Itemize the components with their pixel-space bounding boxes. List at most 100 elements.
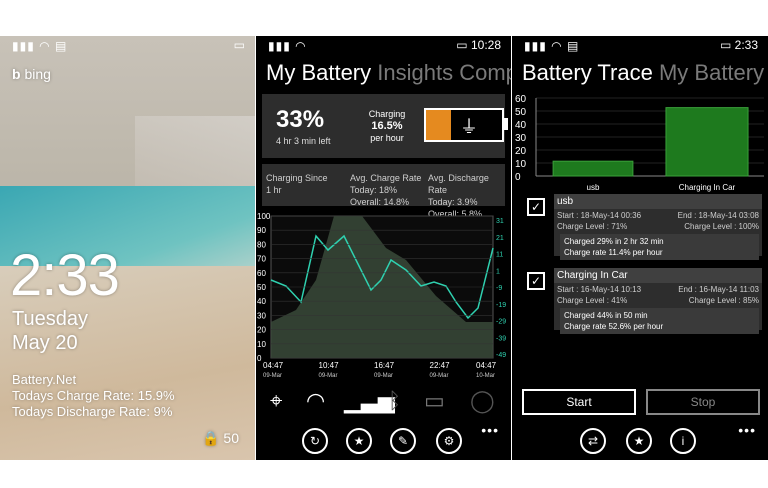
x-tick-time: 04:47 (476, 361, 497, 370)
y-tick-label: 60 (515, 94, 527, 105)
info-icon[interactable]: i (670, 428, 696, 454)
settings-icon[interactable]: ⚙ (436, 428, 462, 454)
left-tick-label: 0 (257, 354, 262, 363)
entry-range: Start : 18-May-14 00:36 End : 18-May-14 … (557, 211, 759, 231)
battery-percent: 33% (276, 106, 325, 133)
x-tick-date: 10-Mar (476, 373, 495, 379)
y-tick-label: 30 (515, 133, 527, 144)
status-bar: ▮▮▮ ◠ ▭ 10:28 (256, 36, 511, 54)
left-tick-label: 50 (257, 283, 266, 292)
right-tick-label: 21 (496, 235, 504, 242)
left-tick-label: 60 (257, 269, 266, 278)
x-tick-date: 09-Mar (374, 373, 393, 379)
tab-comp[interactable]: Comp (459, 60, 511, 85)
app-name: Battery.Net (12, 372, 77, 387)
right-axis-ticks: 3121111-9-19-29-39-49 (496, 218, 506, 359)
y-tick-label: 40 (515, 120, 527, 131)
y-tick-label: 10 (515, 159, 527, 170)
trace-entry[interactable]: ✓ usb Start : 18-May-14 00:36 End : 18-M… (524, 194, 764, 260)
right-tick-label: -39 (496, 335, 506, 342)
left-tick-label: 40 (257, 297, 266, 306)
plug-icon: ⏚ (460, 117, 478, 137)
pivot-header: Battery Trace My Battery (522, 60, 764, 86)
trace-entry[interactable]: ✓ Charging In Car Start : 16-May-14 10:1… (524, 268, 764, 334)
lock-screen: ▮▮▮ ◠ ▤ ▭ b bing 2:33 Tuesday May 20 Bat… (0, 36, 255, 460)
pivot-header: My Battery Insights Comp (266, 60, 511, 86)
my-battery-screen: ▮▮▮ ◠ ▭ 10:28 My Battery Insights Comp 3… (256, 36, 511, 460)
left-tick-label: 20 (257, 326, 266, 335)
x-tick-date: 09-Mar (430, 373, 449, 379)
bar (665, 107, 749, 177)
lock-time: 2:33 (10, 243, 120, 308)
entry-summary: Charged 29% in 2 hr 32 min Charge rate 1… (560, 234, 759, 260)
tab-my-battery[interactable]: My Battery (659, 60, 764, 85)
entry-name: usb (554, 194, 762, 209)
lock-icon: 🔒 (202, 430, 220, 446)
right-tick-label: 31 (496, 218, 504, 225)
battery-charging-icon: ▭ (233, 38, 245, 52)
battery-level-indicator: 🔒 50 (202, 430, 239, 446)
x-tick-time: 10:47 (319, 361, 340, 370)
battery-saver-icon[interactable]: ▭ (424, 388, 445, 414)
status-icon-row: ⌖ ◠ ▁▃▅ ᛒ ▭ ◯ (256, 388, 511, 418)
pin-icon[interactable]: ✎ (390, 428, 416, 454)
x-tick-time: 22:47 (430, 361, 451, 370)
more-icon[interactable]: ••• (738, 422, 756, 438)
left-tick-label: 100 (257, 212, 271, 221)
discharge-rate-text: Todays Discharge Rate: 9% (12, 404, 173, 419)
entry-details: usb Start : 18-May-14 00:36 End : 18-May… (554, 194, 762, 260)
y-tick-label: 20 (515, 146, 527, 157)
entry-name: Charging In Car (554, 268, 762, 283)
bing-logo: b bing (12, 66, 51, 82)
lock-day: Tuesday (12, 308, 88, 330)
left-tick-label: 30 (257, 311, 266, 320)
x-tick-time: 16:47 (374, 361, 395, 370)
right-tick-label: -9 (496, 285, 502, 292)
tab-my-battery[interactable]: My Battery (266, 60, 371, 85)
signal-icon: ▮▮▮ ◠ ▤ (524, 39, 580, 53)
favorite-icon[interactable]: ★ (626, 428, 652, 454)
status-time: ▭ 10:28 (456, 38, 501, 52)
favorite-icon[interactable]: ★ (346, 428, 372, 454)
avg-charge-rate: Avg. Charge Rate Today: 18% Overall: 14.… (350, 173, 422, 207)
x-tick-date: 09-Mar (319, 373, 338, 379)
shuffle-icon[interactable]: ⇄ (580, 428, 606, 454)
charging-since: Charging Since 1 hr (266, 173, 328, 195)
x-tick-date: 09-Mar (263, 373, 282, 379)
y-tick-label: 50 (515, 107, 527, 118)
tab-battery-trace[interactable]: Battery Trace (522, 60, 653, 85)
bar (552, 160, 634, 177)
signal-icon: ▮▮▮ ◠ ▤ (12, 39, 68, 53)
charge-rate-value: 16.5% (371, 120, 403, 132)
battery-trace-screen: ▮▮▮ ◠ ▤ ▭ 2:33 Battery Trace My Battery … (512, 36, 768, 460)
status-time: ▭ 2:33 (719, 38, 758, 52)
battery-gauge: ⏚ (424, 108, 504, 142)
rates-card: Charging Since 1 hr Avg. Charge Rate Tod… (262, 164, 505, 219)
start-button[interactable]: Start (522, 389, 636, 415)
tab-insights[interactable]: Insights (377, 60, 453, 85)
charge-rate-block: Charging 16.5% per hour (362, 108, 412, 144)
more-icon[interactable]: ••• (481, 422, 499, 438)
app-bar: ↻ ★ ✎ ⚙ ••• (256, 422, 511, 460)
battery-gauge-fill (426, 110, 452, 140)
charging-label: Charging (368, 109, 406, 119)
left-tick-label: 10 (257, 340, 266, 349)
entry-checkbox[interactable]: ✓ (527, 272, 545, 290)
y-tick-label: 0 (515, 172, 521, 183)
x-tick-label: Charging In Car (679, 183, 736, 192)
bluetooth-icon[interactable]: ᛒ (388, 388, 401, 414)
wifi-icon[interactable]: ◠ (306, 388, 325, 414)
x-tick-time: 04:47 (263, 361, 284, 370)
bar-chart-x-ticks: usb Charging In Car (587, 183, 736, 192)
right-tick-label: 1 (496, 268, 500, 275)
status-bar: ▮▮▮ ◠ ▤ ▭ (0, 36, 255, 54)
stop-button[interactable]: Stop (646, 389, 760, 415)
refresh-icon[interactable]: ↻ (302, 428, 328, 454)
flashlight-icon[interactable]: ◯ (470, 388, 495, 414)
bar-chart-y-ticks: 0 10 20 30 40 50 60 (515, 94, 527, 183)
right-tick-label: -49 (496, 352, 506, 359)
entry-checkbox[interactable]: ✓ (527, 198, 545, 216)
time-left: 4 hr 3 min left (276, 136, 331, 146)
location-icon[interactable]: ⌖ (270, 388, 282, 414)
left-tick-label: 70 (257, 255, 266, 264)
